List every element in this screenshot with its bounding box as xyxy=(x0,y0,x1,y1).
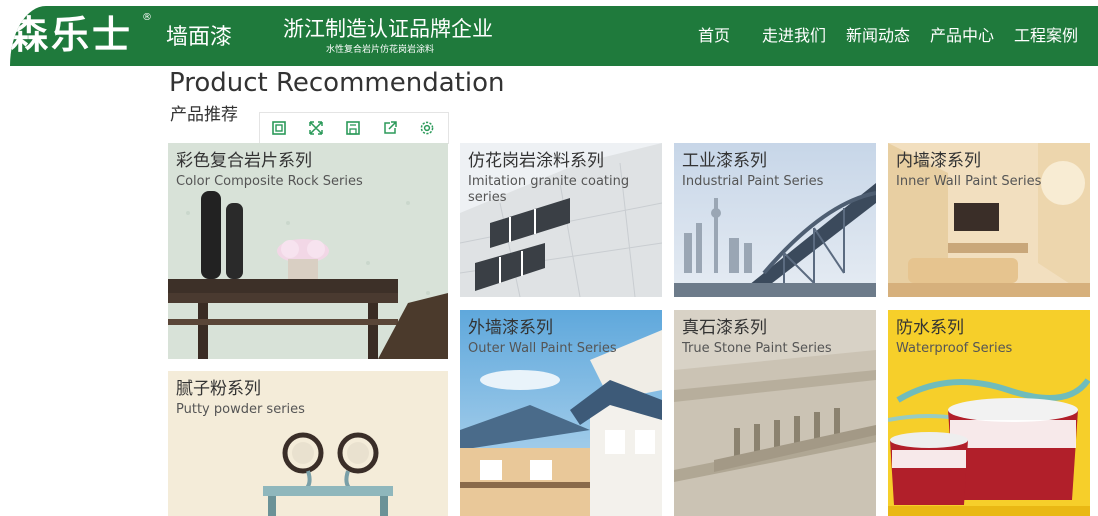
save-icon[interactable] xyxy=(334,113,371,143)
card-title-cn: 防水系列 xyxy=(896,318,964,338)
card-title-en: Imitation granite coating series xyxy=(468,174,630,205)
card-true-stone-paint[interactable]: 真石漆系列 True Stone Paint Series xyxy=(674,310,876,516)
section-title-en: Product Recommendation xyxy=(169,68,505,98)
product-name: 墙面漆 xyxy=(166,25,233,50)
section-title-cn: 产品推荐 xyxy=(170,105,238,125)
registered-mark: ® xyxy=(142,12,152,23)
card-inner-wall-paint[interactable]: 内墙漆系列 Inner Wall Paint Series xyxy=(888,143,1090,297)
settings-icon[interactable] xyxy=(408,113,445,143)
nav-cases[interactable]: 工程案例 xyxy=(1014,26,1078,46)
share-icon[interactable] xyxy=(371,113,408,143)
expand-icon[interactable] xyxy=(297,113,334,143)
card-title-en: True Stone Paint Series xyxy=(682,341,832,356)
card-color-composite-rock[interactable]: 彩色复合岩片系列 Color Composite Rock Series xyxy=(168,143,448,359)
nav-products[interactable]: 产品中心 xyxy=(930,26,994,46)
card-title-cn: 真石漆系列 xyxy=(682,318,767,338)
card-title-cn: 工业漆系列 xyxy=(682,151,767,171)
card-title-cn: 内墙漆系列 xyxy=(896,151,981,171)
card-title-en: Industrial Paint Series xyxy=(682,174,824,189)
card-title-en: Color Composite Rock Series xyxy=(176,174,363,189)
slogan-subtitle: 水性复合岩片仿花岗岩涂料 xyxy=(326,45,435,55)
card-waterproof[interactable]: 防水系列 Waterproof Series xyxy=(888,310,1090,516)
card-title-en: Outer Wall Paint Series xyxy=(468,341,617,356)
card-title-cn: 腻子粉系列 xyxy=(176,379,261,399)
nav-home[interactable]: 首页 xyxy=(698,26,730,46)
card-title-cn: 彩色复合岩片系列 xyxy=(176,151,312,171)
card-industrial-paint[interactable]: 工业漆系列 Industrial Paint Series xyxy=(674,143,876,297)
card-title-en: Inner Wall Paint Series xyxy=(896,174,1042,189)
nav-news[interactable]: 新闻动态 xyxy=(846,26,910,46)
frame-icon[interactable] xyxy=(260,113,297,143)
card-title-en: Putty powder series xyxy=(176,402,305,417)
card-imitation-granite[interactable]: 仿花岗岩涂料系列 Imitation granite coating serie… xyxy=(460,143,662,297)
nav-about[interactable]: 走进我们 xyxy=(762,26,826,46)
slogan: 浙江制造认证品牌企业 xyxy=(283,17,493,41)
site-header: 森乐士 ® 墙面漆 浙江制造认证品牌企业 水性复合岩片仿花岗岩涂料 首页 走进我… xyxy=(10,6,1098,66)
card-title-cn: 仿花岗岩涂料系列 xyxy=(468,151,604,171)
card-putty-powder[interactable]: 腻子粉系列 Putty powder series xyxy=(168,371,448,516)
card-title-en: Waterproof Series xyxy=(896,341,1013,356)
card-title-cn: 外墙漆系列 xyxy=(468,318,553,338)
image-toolbar xyxy=(259,112,449,144)
card-outer-wall-paint[interactable]: 外墙漆系列 Outer Wall Paint Series xyxy=(460,310,662,516)
brand-logo[interactable]: 森乐士 xyxy=(10,15,133,55)
